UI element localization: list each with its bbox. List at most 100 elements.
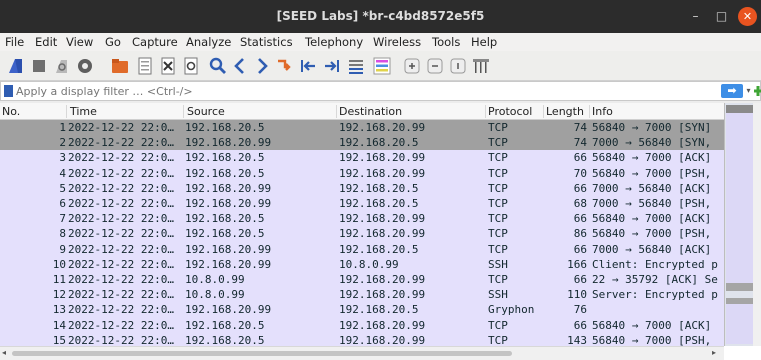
packet-row[interactable]: 4 2022-12-22 22:0… 192.168.20.5 192.168.20.…: [0, 165, 724, 181]
capture-options-icon[interactable]: [75, 56, 95, 76]
packet-source: 192.168.20.5: [185, 318, 265, 332]
packet-row[interactable]: 14 2022-12-22 22:0… 192.168.20.5 192.168.20…: [0, 317, 724, 333]
minimap-marker: [726, 283, 754, 291]
vertical-scrollbar[interactable]: [753, 103, 761, 346]
packet-time: 2022-12-22 22:0…: [68, 333, 174, 346]
reload-file-icon[interactable]: [181, 56, 201, 76]
packet-number: 7: [59, 212, 66, 226]
go-last-packet-icon[interactable]: [322, 56, 342, 76]
column-divider[interactable]: [336, 105, 337, 118]
packet-protocol: TCP: [488, 333, 508, 346]
column-header-source[interactable]: Source: [187, 105, 225, 119]
minimap-tcp-region: [726, 113, 754, 283]
column-divider[interactable]: [543, 105, 544, 118]
packet-number: 1: [59, 121, 66, 134]
packet-source: 10.8.0.99: [185, 273, 245, 286]
packet-row[interactable]: 7 2022-12-22 22:0… 192.168.20.5 192.168.20.…: [0, 211, 724, 227]
add-filter-button-icon[interactable]: [754, 84, 761, 98]
packet-source: 192.168.20.5: [185, 227, 265, 241]
packet-row[interactable]: 13 2022-12-22 22:0… 192.168.20.99 192.168.2…: [0, 302, 724, 318]
packet-length: 76: [573, 303, 587, 317]
menu-edit[interactable]: Edit: [35, 35, 57, 49]
packet-info: 56840 → 7000 [ACK]: [592, 318, 712, 332]
packet-protocol: TCP: [488, 273, 508, 286]
column-header-time[interactable]: Time: [70, 105, 97, 119]
column-header-length[interactable]: Length: [546, 105, 584, 119]
close-button[interactable]: ✕: [738, 7, 757, 26]
zoom-out-icon[interactable]: [425, 56, 445, 76]
column-divider[interactable]: [183, 105, 184, 118]
column-divider[interactable]: [589, 105, 590, 118]
zoom-in-icon[interactable]: [402, 56, 422, 76]
packet-number: 14: [52, 318, 66, 332]
packet-row[interactable]: 15 2022-12-22 22:0… 192.168.20.5 192.168.20…: [0, 332, 724, 346]
packet-row[interactable]: 1 2022-12-22 22:0… 192.168.20.5 192.168.20.…: [0, 120, 724, 136]
close-file-icon[interactable]: [158, 56, 178, 76]
packet-row[interactable]: 12 2022-12-22 22:0… 10.8.0.99 192.168.20.99…: [0, 287, 724, 303]
packet-time: 2022-12-22 22:0…: [68, 242, 174, 256]
packet-info: 7000 → 56840 [ACK]: [592, 242, 712, 256]
stop-capture-icon[interactable]: [29, 56, 49, 76]
packet-row[interactable]: 8 2022-12-22 22:0… 192.168.20.5 192.168.20.…: [0, 226, 724, 242]
menu-file[interactable]: File: [5, 35, 24, 49]
menu-capture[interactable]: Capture: [132, 35, 178, 49]
packet-number: 10: [52, 257, 66, 271]
menu-tools[interactable]: Tools: [432, 35, 460, 49]
normal-size-icon[interactable]: [448, 56, 468, 76]
packet-destination: 10.8.0.99: [339, 257, 399, 271]
find-packet-icon[interactable]: [208, 56, 228, 76]
start-capture-icon[interactable]: [6, 56, 26, 76]
go-first-packet-icon[interactable]: [298, 56, 318, 76]
column-divider[interactable]: [485, 105, 486, 118]
scroll-right-arrow-icon[interactable]: ▸: [712, 348, 716, 357]
save-file-icon[interactable]: [135, 56, 155, 76]
resize-columns-icon[interactable]: [471, 56, 491, 76]
packet-row[interactable]: 5 2022-12-22 22:0… 192.168.20.99 192.168.20…: [0, 180, 724, 196]
packet-source: 192.168.20.5: [185, 151, 265, 165]
column-header-info[interactable]: Info: [592, 105, 613, 119]
go-to-packet-icon[interactable]: [274, 56, 294, 76]
menu-telephony[interactable]: Telephony: [305, 35, 363, 49]
column-header-protocol[interactable]: Protocol: [488, 105, 532, 119]
column-header-no[interactable]: No.: [2, 105, 20, 119]
menu-help[interactable]: Help: [471, 35, 497, 49]
minimize-button[interactable]: –: [686, 7, 705, 26]
column-divider[interactable]: [66, 105, 67, 118]
colorize-icon[interactable]: [372, 56, 392, 76]
packet-source: 192.168.20.99: [185, 257, 272, 271]
menu-go[interactable]: Go: [105, 35, 121, 49]
packet-row[interactable]: 2 2022-12-22 22:0… 192.168.20.99 192.168.20…: [0, 135, 724, 151]
display-filter-input[interactable]: [16, 83, 686, 99]
packet-row[interactable]: 9 2022-12-22 22:0… 192.168.20.99 192.168.20…: [0, 241, 724, 257]
packet-time: 2022-12-22 22:0…: [68, 318, 174, 332]
packet-row[interactable]: 10 2022-12-22 22:0… 192.168.20.99 10.8.0.99…: [0, 256, 724, 272]
packet-info: 22 → 35792 [ACK] Se: [592, 273, 718, 286]
menu-bar: File Edit View Go Capture Analyze Statis…: [0, 33, 761, 51]
maximize-button[interactable]: □: [712, 7, 731, 26]
packet-row[interactable]: 3 2022-12-22 22:0… 192.168.20.5 192.168.20.…: [0, 150, 724, 166]
menu-view[interactable]: View: [66, 35, 93, 49]
go-back-icon[interactable]: [230, 56, 250, 76]
packet-row[interactable]: 11 2022-12-22 22:0… 10.8.0.99 192.168.20.99…: [0, 272, 724, 288]
scroll-left-arrow-icon[interactable]: ◂: [2, 348, 6, 357]
go-forward-icon[interactable]: [252, 56, 272, 76]
open-file-icon[interactable]: [110, 56, 130, 76]
packet-time: 2022-12-22 22:0…: [68, 257, 174, 271]
packet-info: 56840 → 7000 [ACK]: [592, 151, 712, 165]
bookmark-icon[interactable]: [4, 85, 13, 97]
restart-capture-icon[interactable]: [52, 56, 72, 76]
menu-wireless[interactable]: Wireless: [373, 35, 421, 49]
apply-filter-button[interactable]: ➡: [721, 84, 743, 98]
column-header-destination[interactable]: Destination: [339, 105, 402, 119]
packet-row[interactable]: 6 2022-12-22 22:0… 192.168.20.99 192.168.20…: [0, 196, 724, 212]
packet-destination: 192.168.20.99: [339, 288, 426, 302]
horizontal-scrollbar[interactable]: ◂ ▸: [0, 346, 724, 360]
filter-history-dropdown[interactable]: ▾: [744, 84, 753, 98]
horizontal-scroll-thumb[interactable]: [12, 351, 512, 356]
window-title: [SEED Labs] *br-c4bd8572e5f5: [276, 9, 485, 23]
menu-analyze[interactable]: Analyze: [186, 35, 231, 49]
packet-destination: 192.168.20.99: [339, 151, 426, 165]
menu-statistics[interactable]: Statistics: [240, 35, 293, 49]
packet-length: 70: [573, 166, 587, 180]
auto-scroll-icon[interactable]: [346, 56, 366, 76]
